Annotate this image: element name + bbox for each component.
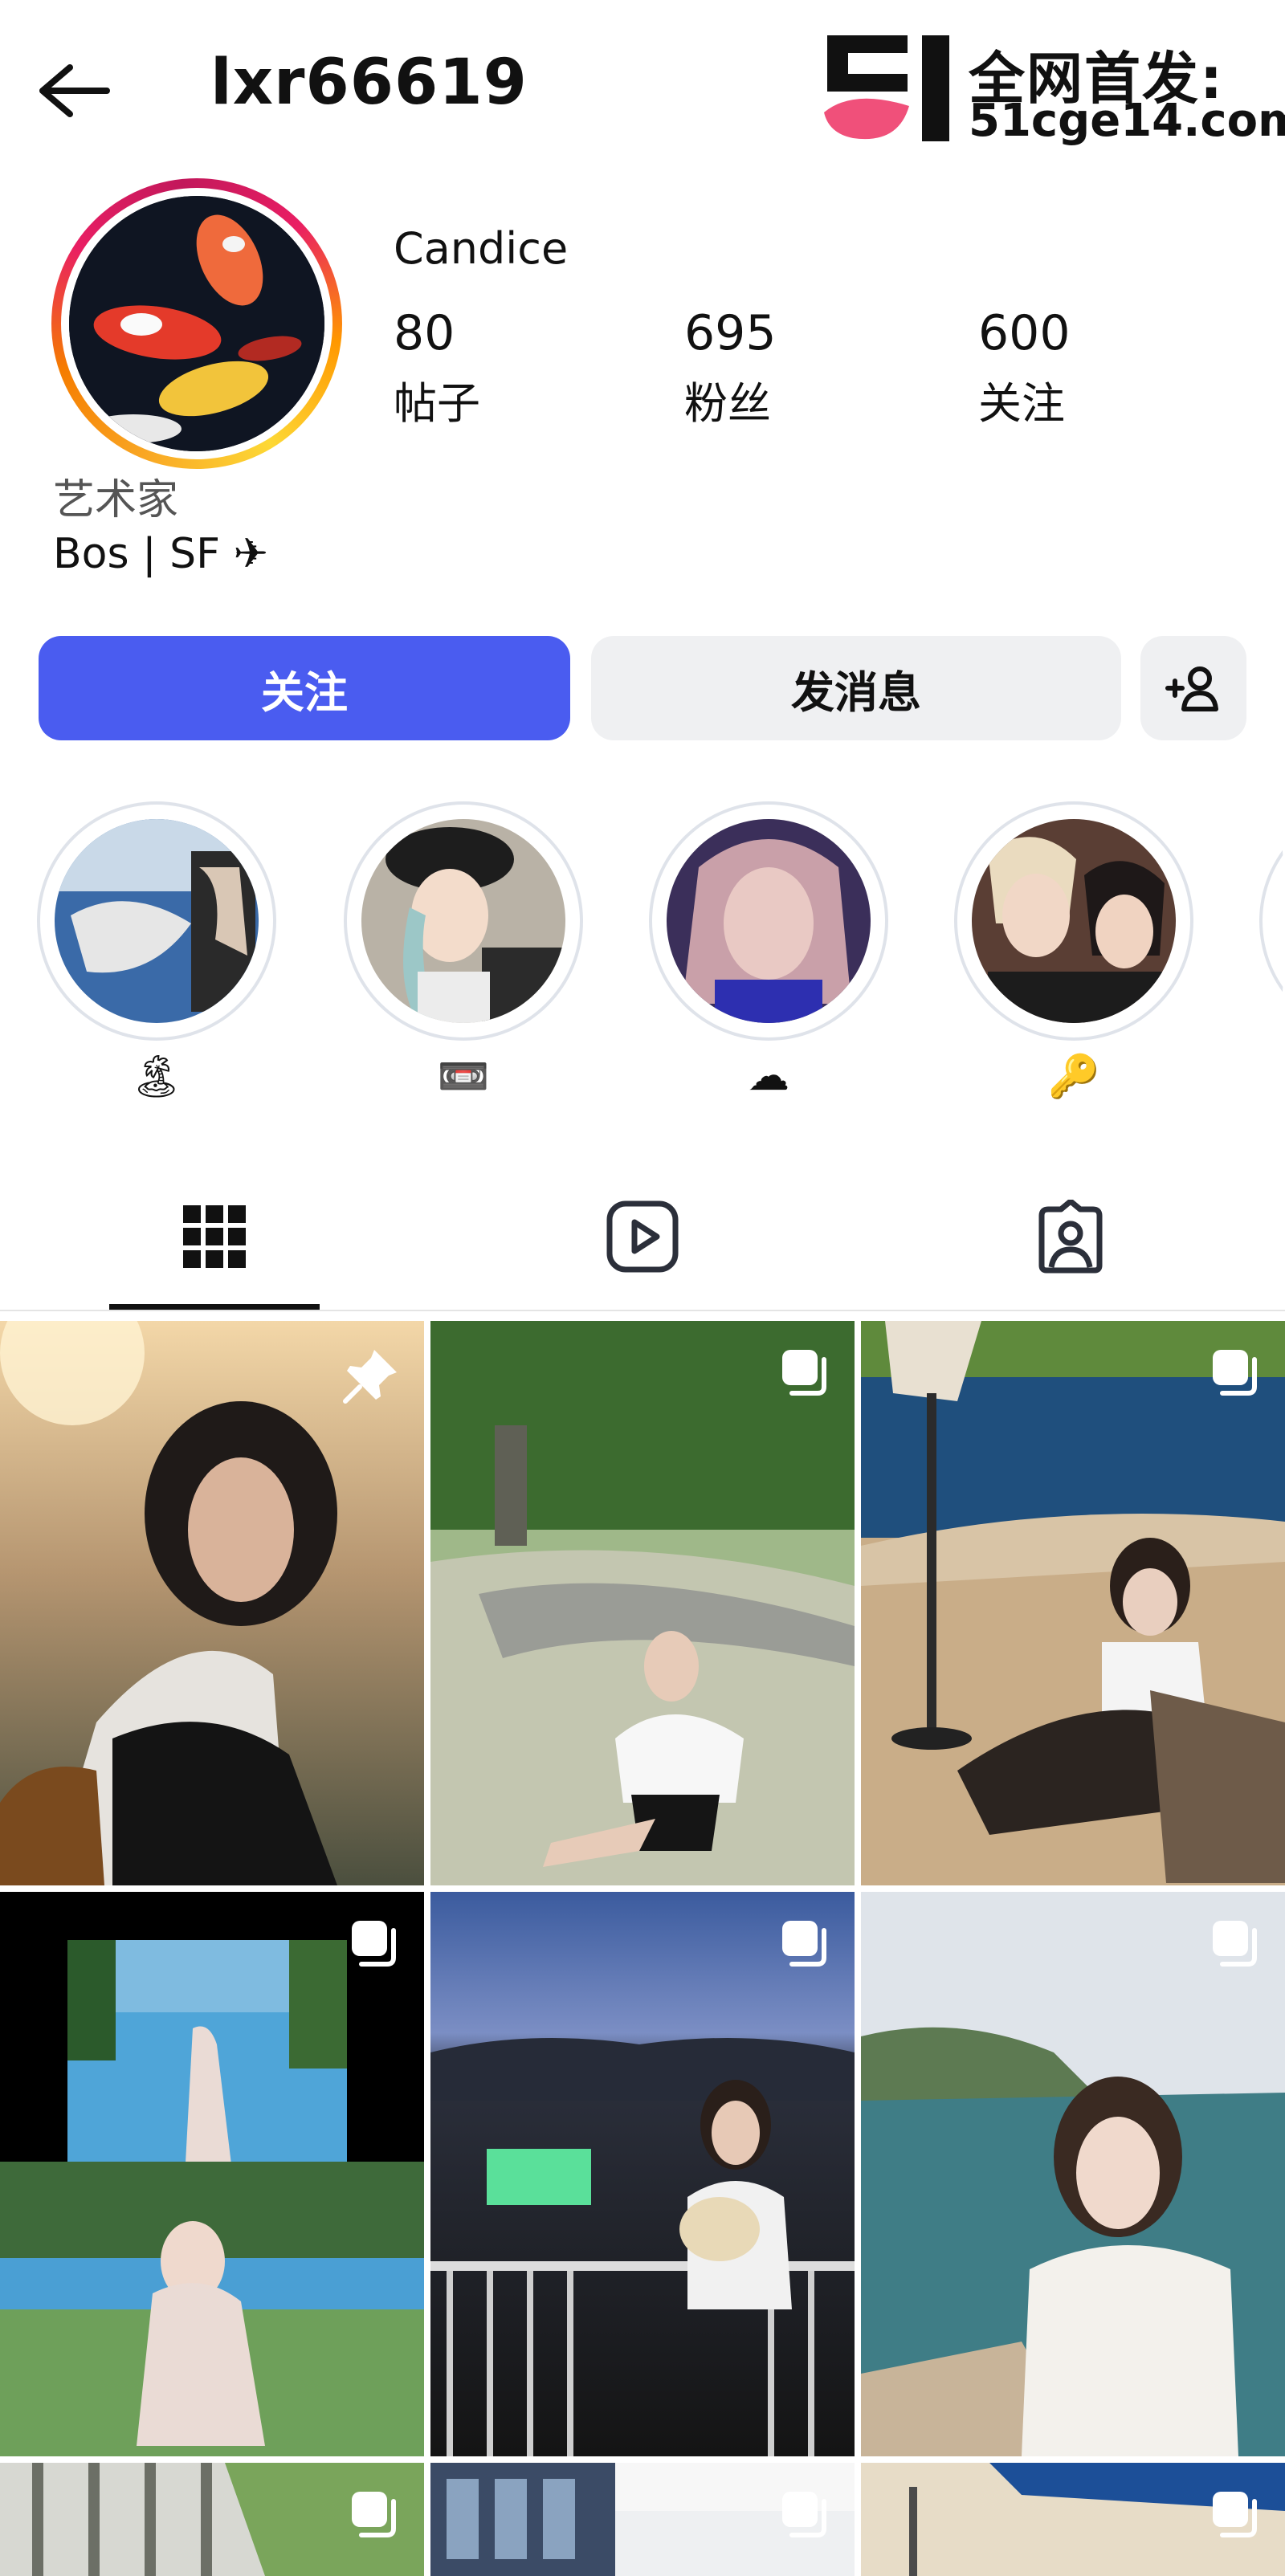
tagged-icon — [1038, 1200, 1102, 1274]
followers-label[interactable]: 粉丝 — [684, 368, 771, 431]
post-tile-9[interactable] — [861, 2463, 1285, 2576]
posts-count[interactable]: 80 — [394, 305, 455, 361]
highlight-image — [361, 819, 565, 1023]
following-label[interactable]: 关注 — [978, 368, 1065, 431]
carousel-badge — [349, 1918, 400, 1972]
arrow-left-icon — [39, 64, 110, 117]
carousel-icon — [782, 2492, 826, 2537]
carousel-badge — [1210, 1347, 1261, 1401]
highlight-1[interactable] — [37, 801, 276, 1041]
profile-username: lxr66619 — [210, 47, 528, 119]
tab-reels[interactable] — [428, 1180, 856, 1293]
post-tile-3[interactable] — [861, 1321, 1285, 1885]
profile-avatar[interactable] — [51, 178, 342, 469]
profile-category: 艺术家 — [53, 476, 179, 524]
carousel-badge — [779, 1347, 830, 1401]
carousel-icon — [1213, 2492, 1257, 2537]
carousel-badge — [1210, 2488, 1261, 2543]
highlight-4[interactable] — [954, 801, 1193, 1041]
carousel-icon — [352, 1921, 396, 1967]
carousel-badge — [779, 1918, 830, 1972]
watermark-logo — [824, 35, 949, 141]
message-button[interactable]: 发消息 — [591, 636, 1121, 740]
post-tile-4[interactable] — [0, 1892, 424, 2456]
highlight-image — [55, 819, 259, 1023]
tab-tagged[interactable] — [856, 1180, 1284, 1293]
tab-posts-grid[interactable] — [0, 1180, 428, 1293]
pin-icon — [343, 1350, 397, 1404]
reels-icon — [606, 1200, 678, 1273]
following-count[interactable]: 600 — [978, 305, 1071, 361]
highlight-4-label: 🔑 — [1047, 1053, 1100, 1101]
watermark-url: 51cge14.com — [969, 95, 1285, 147]
carousel-badge — [349, 2488, 400, 2543]
carousel-icon — [352, 2492, 396, 2537]
highlight-5-partial[interactable] — [1259, 801, 1285, 1041]
post-tile-6[interactable] — [861, 1892, 1285, 2456]
highlight-2[interactable] — [344, 801, 583, 1041]
display-name: Candice — [394, 223, 569, 274]
profile-bio: Bos | SF ✈ — [53, 530, 269, 578]
highlight-3-label: ☁ — [748, 1052, 789, 1100]
highlight-image — [667, 819, 871, 1023]
posts-label[interactable]: 帖子 — [394, 368, 480, 431]
add-person-icon — [1165, 666, 1218, 711]
carousel-badge — [779, 2488, 830, 2543]
highlight-image — [972, 819, 1176, 1023]
post-tile-5[interactable] — [430, 1892, 855, 2456]
suggest-people-button[interactable] — [1140, 636, 1246, 740]
follow-button[interactable]: 关注 — [39, 636, 570, 740]
carousel-icon — [1213, 1350, 1257, 1396]
avatar-image — [69, 196, 324, 451]
highlight-1-label: 🏝 — [129, 1053, 183, 1101]
carousel-icon — [1213, 1921, 1257, 1967]
post-tile-8[interactable] — [430, 2463, 855, 2576]
highlight-2-label: 📼 — [437, 1053, 490, 1101]
back-button[interactable] — [29, 47, 117, 135]
highlight-3[interactable] — [649, 801, 888, 1041]
pinned-badge — [342, 1347, 400, 1408]
carousel-badge — [1210, 1918, 1261, 1972]
post-tile-7[interactable] — [0, 2463, 424, 2576]
carousel-icon — [782, 1350, 826, 1396]
post-tile-1[interactable] — [0, 1321, 424, 1885]
active-tab-indicator — [109, 1304, 320, 1310]
carousel-icon — [782, 1921, 826, 1967]
followers-count[interactable]: 695 — [684, 305, 777, 361]
grid-icon — [182, 1205, 246, 1268]
tab-divider — [0, 1310, 1285, 1311]
post-tile-2[interactable] — [430, 1321, 855, 1885]
